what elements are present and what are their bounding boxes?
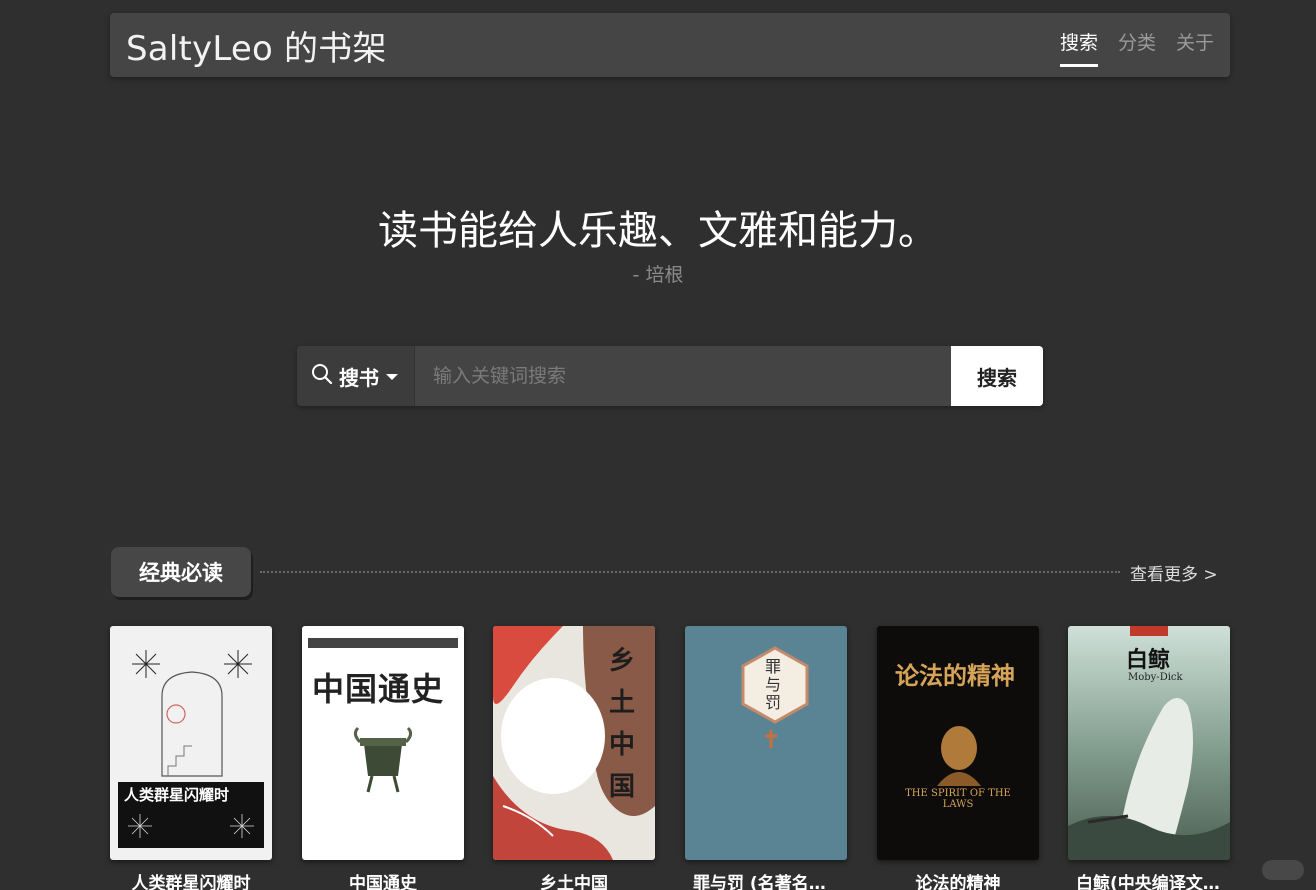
book-card[interactable]: 论法的精神 THE SPIRIT OF THE LAWS 论法的精神 bbox=[877, 626, 1039, 890]
search-type-dropdown[interactable]: 搜书 bbox=[297, 346, 415, 406]
book-title[interactable]: 论法的精神 bbox=[877, 869, 1039, 890]
book-title[interactable]: 白鲸(中央编译文库) bbox=[1068, 869, 1230, 890]
search-button[interactable]: 搜索 bbox=[951, 346, 1043, 406]
top-bar: SaltyLeo 的书架 搜索 分类 关于 bbox=[110, 13, 1230, 77]
book-title[interactable]: 罪与罚 (名著名译丛书) bbox=[685, 869, 847, 890]
book-card[interactable]: 乡土中国 乡土中国 bbox=[493, 626, 655, 890]
nav-categories[interactable]: 分类 bbox=[1118, 13, 1156, 77]
nav-about[interactable]: 关于 bbox=[1176, 13, 1214, 77]
book-title[interactable]: 中国通史 bbox=[302, 869, 464, 890]
search-input[interactable] bbox=[415, 346, 951, 406]
nav-search[interactable]: 搜索 bbox=[1059, 13, 1098, 77]
book-cover[interactable]: 白鲸 Moby-Dick bbox=[1068, 626, 1230, 860]
view-more-link[interactable]: 查看更多 > bbox=[1130, 560, 1218, 585]
book-cover[interactable]: 论法的精神 THE SPIRIT OF THE LAWS bbox=[877, 626, 1039, 860]
book-card[interactable]: 罪与罚 罪与罚 (名著名译丛书) bbox=[685, 626, 847, 890]
book-cover-title: 人类群星闪耀时 bbox=[124, 786, 230, 804]
site-title[interactable]: SaltyLeo 的书架 bbox=[126, 21, 387, 70]
quote-author: - 培根 bbox=[632, 264, 684, 286]
caret-down-icon bbox=[385, 367, 399, 386]
book-cover[interactable]: 人类群星闪耀时 bbox=[110, 626, 272, 860]
search-icon bbox=[311, 363, 333, 389]
book-cover[interactable]: 中国通史 bbox=[302, 626, 464, 860]
section-divider bbox=[260, 571, 1120, 573]
search-type-label: 搜书 bbox=[339, 365, 379, 390]
book-cover-title: 罪与罚 bbox=[765, 657, 782, 712]
book-card[interactable]: 白鲸 Moby-Dick 白鲸(中央编译文库) bbox=[1068, 626, 1230, 890]
book-title[interactable]: 乡土中国 bbox=[493, 869, 655, 890]
book-cover-subtitle: THE SPIRIT OF THE LAWS bbox=[905, 788, 1011, 810]
search-bar: 搜书 搜索 bbox=[297, 346, 1043, 406]
book-card[interactable]: 人类群星闪耀时 人类群星闪耀时 bbox=[110, 626, 272, 890]
book-cover[interactable]: 罪与罚 bbox=[685, 626, 847, 860]
watermark-logo bbox=[1262, 860, 1304, 880]
book-list: 人类群星闪耀时 人类群星闪耀时 中国通史 中国通史 乡土中国 乡土中国 罪与罚 … bbox=[110, 626, 1230, 890]
book-title[interactable]: 人类群星闪耀时 bbox=[110, 869, 272, 890]
page: SaltyLeo 的书架 搜索 分类 关于 读书能给人乐趣、文雅和能力。 - 培… bbox=[0, 0, 1316, 890]
quote-text: 读书能给人乐趣、文雅和能力。 bbox=[378, 208, 938, 254]
main-nav: 搜索 分类 关于 bbox=[1059, 13, 1214, 77]
book-cover[interactable]: 乡土中国 bbox=[493, 626, 655, 860]
book-card[interactable]: 中国通史 中国通史 bbox=[302, 626, 464, 890]
book-cover-title: 乡土中国 bbox=[609, 646, 636, 802]
section-title: 经典必读 bbox=[111, 547, 251, 597]
